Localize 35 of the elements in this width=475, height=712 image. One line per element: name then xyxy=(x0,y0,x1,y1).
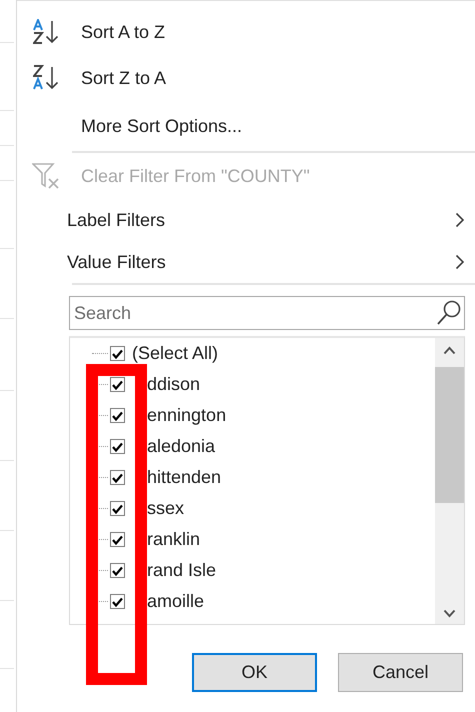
scrollbar-thumb[interactable] xyxy=(435,367,464,503)
value-label[interactable]: ddison xyxy=(147,374,200,395)
checkbox[interactable] xyxy=(110,563,125,578)
value-label[interactable]: amoille xyxy=(147,591,204,612)
scroll-up-icon[interactable] xyxy=(443,346,456,355)
chevron-right-icon xyxy=(455,212,465,228)
chevron-right-icon xyxy=(455,254,465,270)
select-all-label[interactable]: (Select All) xyxy=(132,343,218,364)
search-field[interactable]: Search xyxy=(69,296,465,330)
submenu-item[interactable]: Value Filters xyxy=(67,252,166,272)
checkbox[interactable] xyxy=(110,439,125,454)
checkbox[interactable] xyxy=(110,532,125,547)
menu-item[interactable]: Sort Z to A xyxy=(81,68,166,88)
scroll-down-icon[interactable] xyxy=(443,609,456,618)
checkbox[interactable] xyxy=(110,377,125,392)
value-label[interactable]: hittenden xyxy=(147,467,222,488)
scrollbar[interactable] xyxy=(435,338,464,624)
value-label[interactable]: ranklin xyxy=(147,529,200,550)
search-icon xyxy=(436,299,462,327)
checkbox[interactable] xyxy=(110,501,125,516)
checkbox[interactable] xyxy=(110,346,125,361)
submenu-item[interactable]: Label Filters xyxy=(67,210,166,230)
menu-item[interactable]: More Sort Options... xyxy=(81,116,242,136)
checkbox[interactable] xyxy=(110,594,125,609)
sort-ascending-icon xyxy=(33,19,61,45)
checkbox[interactable] xyxy=(110,470,125,485)
value-label[interactable]: rand Isle xyxy=(147,560,216,581)
sort-descending-icon xyxy=(33,65,61,91)
value-label[interactable]: ennington xyxy=(147,405,226,426)
checkbox[interactable] xyxy=(110,408,125,423)
value-label[interactable]: ssex xyxy=(147,498,184,519)
cancel-button[interactable]: Cancel xyxy=(338,653,463,692)
menu-item[interactable]: Sort A to Z xyxy=(81,22,166,42)
ok-button[interactable]: OK xyxy=(192,653,317,692)
value-label[interactable]: aledonia xyxy=(147,436,216,457)
